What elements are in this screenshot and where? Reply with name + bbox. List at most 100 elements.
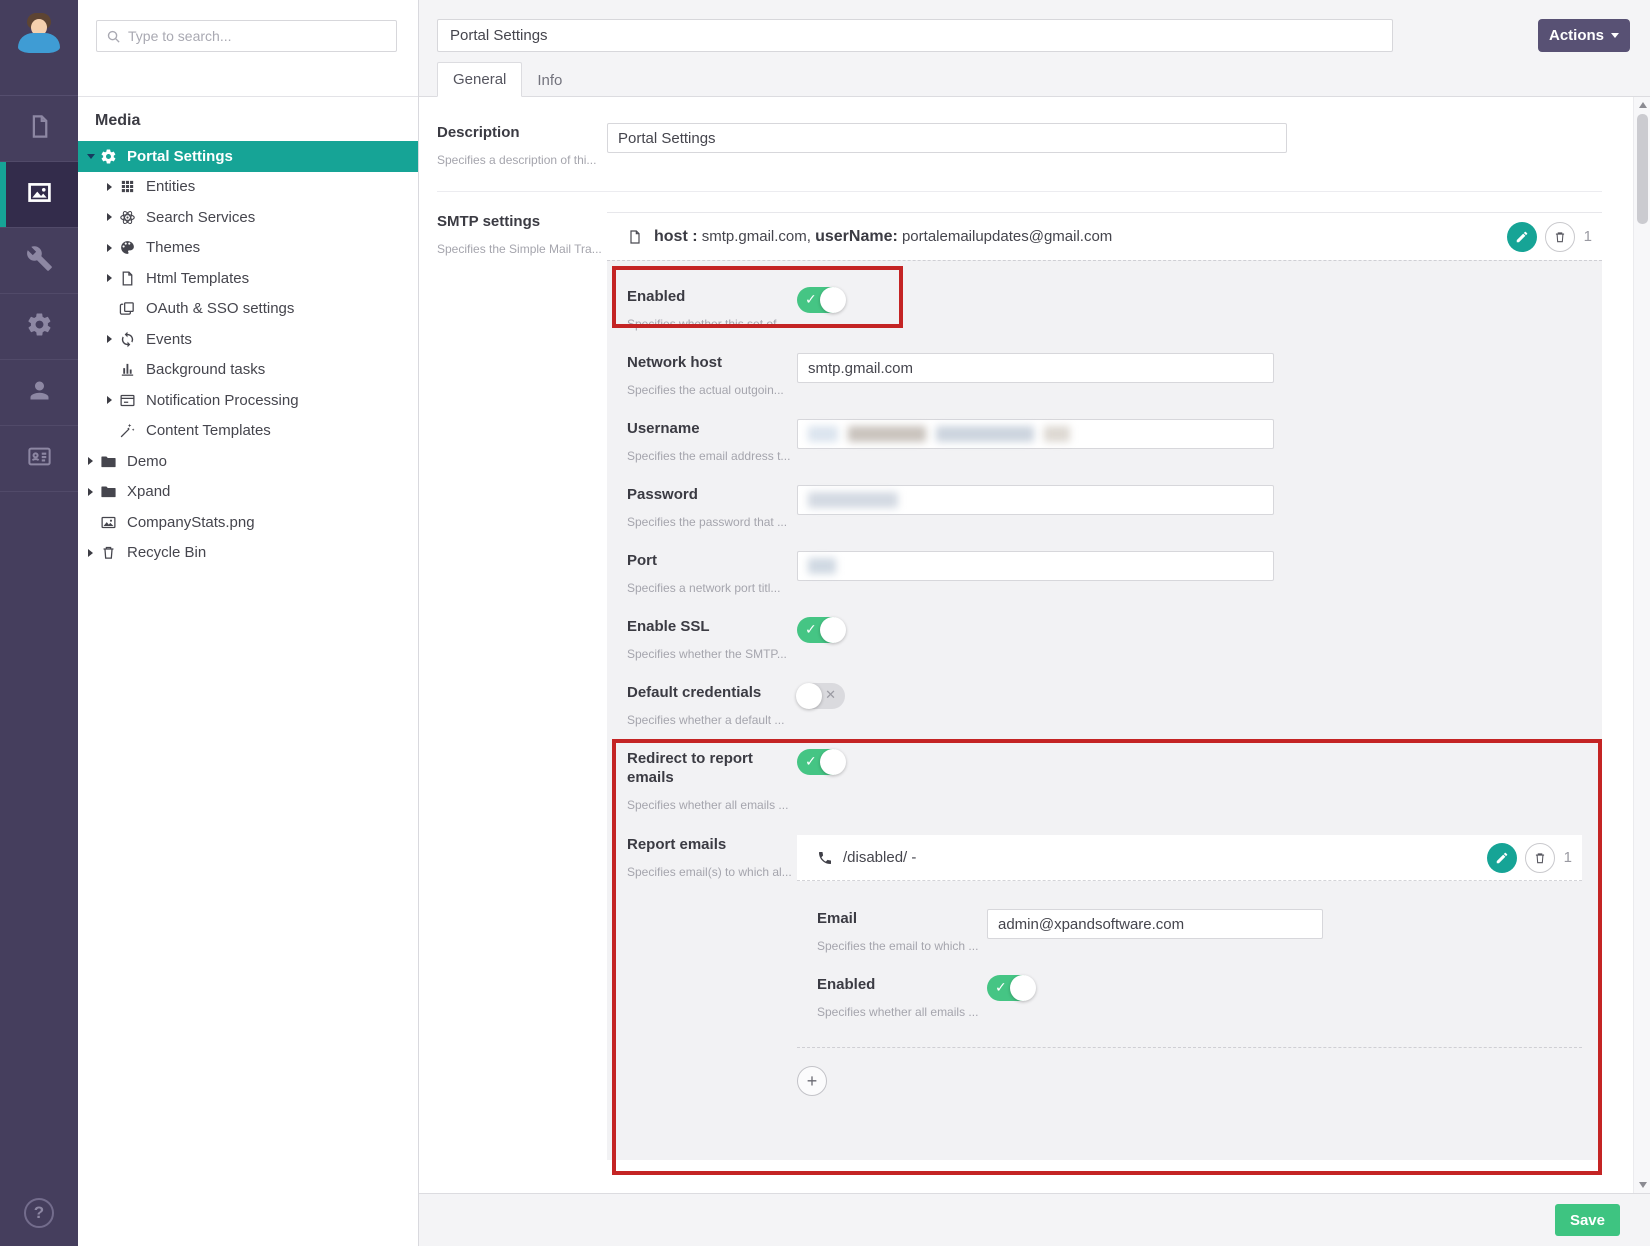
help-icon[interactable]: ? — [24, 1198, 54, 1228]
network-host-label: Network host — [627, 353, 797, 372]
port-row: Port Specifies a network port titl... — [627, 551, 1582, 597]
chevron-down-icon — [1611, 33, 1619, 38]
window-icon — [119, 392, 136, 409]
edit-button[interactable] — [1487, 843, 1517, 873]
document-icon — [26, 113, 53, 145]
tree-item-label: Events — [146, 331, 192, 348]
toggle-knob — [796, 683, 822, 709]
actions-label: Actions — [1549, 27, 1604, 44]
network-host-input[interactable] — [797, 353, 1274, 383]
description-input[interactable] — [607, 123, 1287, 153]
toggle-knob — [820, 287, 846, 313]
add-item-button[interactable]: + — [797, 1066, 827, 1096]
panel-title: Media — [95, 112, 418, 130]
caret-right-icon — [84, 488, 97, 496]
media-tree: Portal Settings Entities Search Services… — [78, 141, 418, 568]
tree-item-entities[interactable]: Entities — [78, 172, 418, 203]
network-host-help: Specifies the actual outgoin... — [627, 383, 797, 397]
palette-icon — [119, 239, 136, 256]
delete-button[interactable] — [1545, 222, 1575, 252]
rail-item-settings[interactable] — [0, 294, 78, 360]
rail-item-users[interactable] — [0, 360, 78, 426]
email-label: Email — [817, 909, 987, 928]
gear-icon — [100, 148, 117, 165]
email-input[interactable] — [987, 909, 1323, 939]
redirect-toggle[interactable]: ✓ — [797, 749, 845, 775]
username-input[interactable] — [797, 419, 1274, 449]
tree-item-label: Content Templates — [146, 422, 271, 439]
user-avatar[interactable] — [0, 0, 78, 96]
username-row: Username Specifies the email address t..… — [627, 419, 1582, 465]
redacted-value — [808, 558, 836, 574]
check-icon: ✓ — [805, 621, 817, 638]
tree-item-demo[interactable]: Demo — [78, 446, 418, 477]
enabled-row: Enabled Specifies whether this set of ..… — [627, 287, 1582, 333]
tree-item-content-templates[interactable]: Content Templates — [78, 416, 418, 447]
x-icon: ✕ — [825, 687, 836, 703]
tree-item-oauth-sso[interactable]: OAuth & SSO settings — [78, 294, 418, 325]
enabled-toggle[interactable]: ✓ — [797, 287, 845, 313]
tree-item-portal-settings[interactable]: Portal Settings — [78, 141, 418, 172]
rail-item-media[interactable] — [0, 162, 78, 228]
port-label: Port — [627, 551, 797, 570]
caret-right-icon — [103, 274, 116, 282]
scroll-down-button[interactable] — [1634, 1177, 1650, 1193]
delete-button[interactable] — [1525, 843, 1555, 873]
report-enabled-row: Enabled Specifies whether all emails ...… — [817, 975, 1582, 1021]
port-input[interactable] — [797, 551, 1274, 581]
tree-item-html-templates[interactable]: Html Templates — [78, 263, 418, 294]
file-icon — [119, 270, 136, 287]
tree-item-notification-processing[interactable]: Notification Processing — [78, 385, 418, 416]
username-value: portalemailupdates@gmail.com — [902, 228, 1112, 245]
footer-bar: Save — [419, 1193, 1650, 1246]
tree-item-background-tasks[interactable]: Background tasks — [78, 355, 418, 386]
description-row: Description Specifies a description of t… — [437, 123, 1602, 167]
port-help: Specifies a network port titl... — [627, 581, 797, 595]
save-button[interactable]: Save — [1555, 1204, 1620, 1236]
gear-icon — [26, 311, 53, 343]
tree-item-label: Recycle Bin — [127, 544, 206, 561]
check-icon: ✓ — [995, 979, 1007, 996]
host-key: host : — [654, 228, 698, 245]
rail-item-documents[interactable] — [0, 96, 78, 162]
tree-item-themes[interactable]: Themes — [78, 233, 418, 264]
tree-item-label: Notification Processing — [146, 392, 299, 409]
tree-item-companystats[interactable]: CompanyStats.png — [78, 507, 418, 538]
icon-rail: ? — [0, 0, 78, 1246]
description-help: Specifies a description of thi... — [437, 153, 607, 167]
tree-item-label: OAuth & SSO settings — [146, 300, 294, 317]
redacted-value — [1044, 426, 1070, 442]
tree-item-search-services[interactable]: Search Services — [78, 202, 418, 233]
tree-item-recycle-bin[interactable]: Recycle Bin — [78, 538, 418, 569]
scrollbar-thumb[interactable] — [1637, 114, 1648, 224]
main-panel: Actions General Info Description Specifi… — [419, 0, 1650, 1246]
trash-icon — [100, 544, 117, 561]
report-enabled-toggle[interactable]: ✓ — [987, 975, 1035, 1001]
report-item-summary: /disabled/ - 1 — [797, 835, 1582, 881]
caret-down-icon — [84, 154, 97, 159]
tab-info[interactable]: Info — [522, 64, 577, 97]
tree-item-events[interactable]: Events — [78, 324, 418, 355]
tree-item-label: Demo — [127, 453, 167, 470]
rail-item-profiles[interactable] — [0, 426, 78, 492]
report-emails-help: Specifies email(s) to which al... — [627, 865, 797, 879]
check-icon: ✓ — [805, 753, 817, 770]
password-input[interactable] — [797, 485, 1274, 515]
search-input[interactable] — [97, 21, 396, 51]
rail-item-tools[interactable] — [0, 228, 78, 294]
default-credentials-toggle[interactable]: ✕ — [797, 683, 845, 709]
tree-item-xpand[interactable]: Xpand — [78, 477, 418, 508]
tree-item-label: Search Services — [146, 209, 255, 226]
image-icon — [100, 514, 117, 531]
scroll-up-button[interactable] — [1634, 97, 1650, 113]
asset-title-input[interactable] — [437, 19, 1393, 52]
email-help: Specifies the email to which ... — [817, 939, 987, 953]
password-row: Password Specifies the password that ... — [627, 485, 1582, 531]
enable-ssl-toggle[interactable]: ✓ — [797, 617, 845, 643]
actions-button[interactable]: Actions — [1538, 19, 1630, 52]
caret-right-icon — [84, 549, 97, 557]
search-box — [96, 20, 397, 52]
edit-button[interactable] — [1507, 222, 1537, 252]
explorer-panel: Media Portal Settings Entities Search Se… — [78, 0, 419, 1246]
tab-general[interactable]: General — [437, 62, 522, 97]
